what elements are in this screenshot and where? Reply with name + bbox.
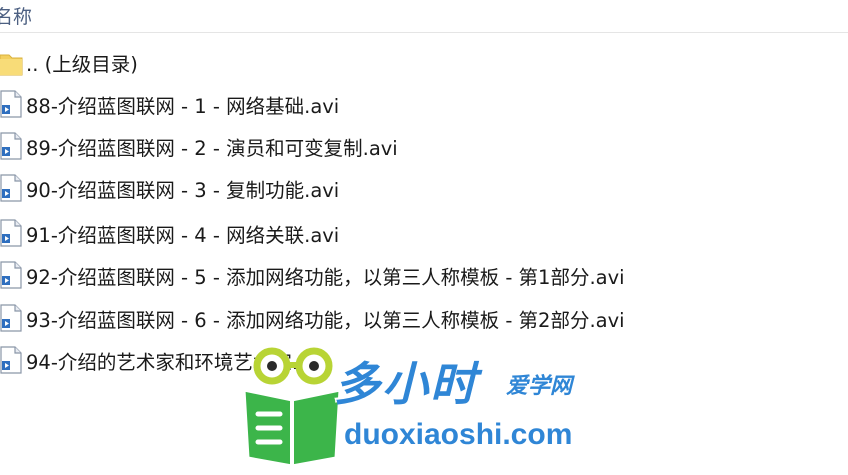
file-row[interactable]: 91-介绍蓝图联网 - 4 - 网络关联.avi bbox=[0, 213, 848, 253]
file-row[interactable]: 88-介绍蓝图联网 - 1 - 网络基础.avi bbox=[0, 84, 848, 124]
file-row[interactable]: 89-介绍蓝图联网 - 2 - 演员和可变复制.avi bbox=[0, 126, 848, 166]
watermark: 多小时 爱学网 duoxiaoshi.com bbox=[236, 342, 616, 472]
watermark-sub: 爱学网 bbox=[506, 374, 573, 399]
file-name: 88-介绍蓝图联网 - 1 - 网络基础.avi bbox=[26, 95, 340, 118]
watermark-mascot-icon bbox=[242, 347, 342, 468]
column-header[interactable]: 名称 bbox=[0, 0, 848, 33]
file-name: 90-介绍蓝图联网 - 3 - 复制功能.avi bbox=[26, 179, 340, 202]
file-row[interactable]: 90-介绍蓝图联网 - 3 - 复制功能.avi bbox=[0, 168, 848, 208]
video-file-icon bbox=[0, 88, 24, 120]
video-file-icon bbox=[0, 344, 24, 376]
video-file-icon bbox=[0, 130, 24, 162]
watermark-domain: duoxiaoshi.com bbox=[344, 418, 573, 451]
file-name: 89-介绍蓝图联网 - 2 - 演员和可变复制.avi bbox=[26, 137, 398, 160]
file-row[interactable]: 92-介绍蓝图联网 - 5 - 添加网络功能，以第三人称模板 - 第1部分.av… bbox=[0, 255, 848, 295]
file-name: 93-介绍蓝图联网 - 6 - 添加网络功能，以第三人称模板 - 第2部分.av… bbox=[26, 309, 625, 332]
watermark-brand: 多小时 bbox=[334, 357, 478, 411]
video-file-icon bbox=[0, 217, 24, 249]
column-header-name[interactable]: 名称 bbox=[0, 2, 32, 29]
file-name: 92-介绍蓝图联网 - 5 - 添加网络功能，以第三人称模板 - 第1部分.av… bbox=[26, 266, 625, 289]
file-name: .. (上级目录) bbox=[26, 53, 138, 76]
file-row-parent[interactable]: .. (上级目录) bbox=[0, 42, 848, 82]
file-row[interactable]: 93-介绍蓝图联网 - 6 - 添加网络功能，以第三人称模板 - 第2部分.av… bbox=[0, 298, 848, 338]
video-file-icon bbox=[0, 259, 24, 291]
folder-icon bbox=[0, 46, 24, 78]
video-file-icon bbox=[0, 172, 24, 204]
video-file-icon bbox=[0, 302, 24, 334]
file-name: 91-介绍蓝图联网 - 4 - 网络关联.avi bbox=[26, 224, 340, 247]
